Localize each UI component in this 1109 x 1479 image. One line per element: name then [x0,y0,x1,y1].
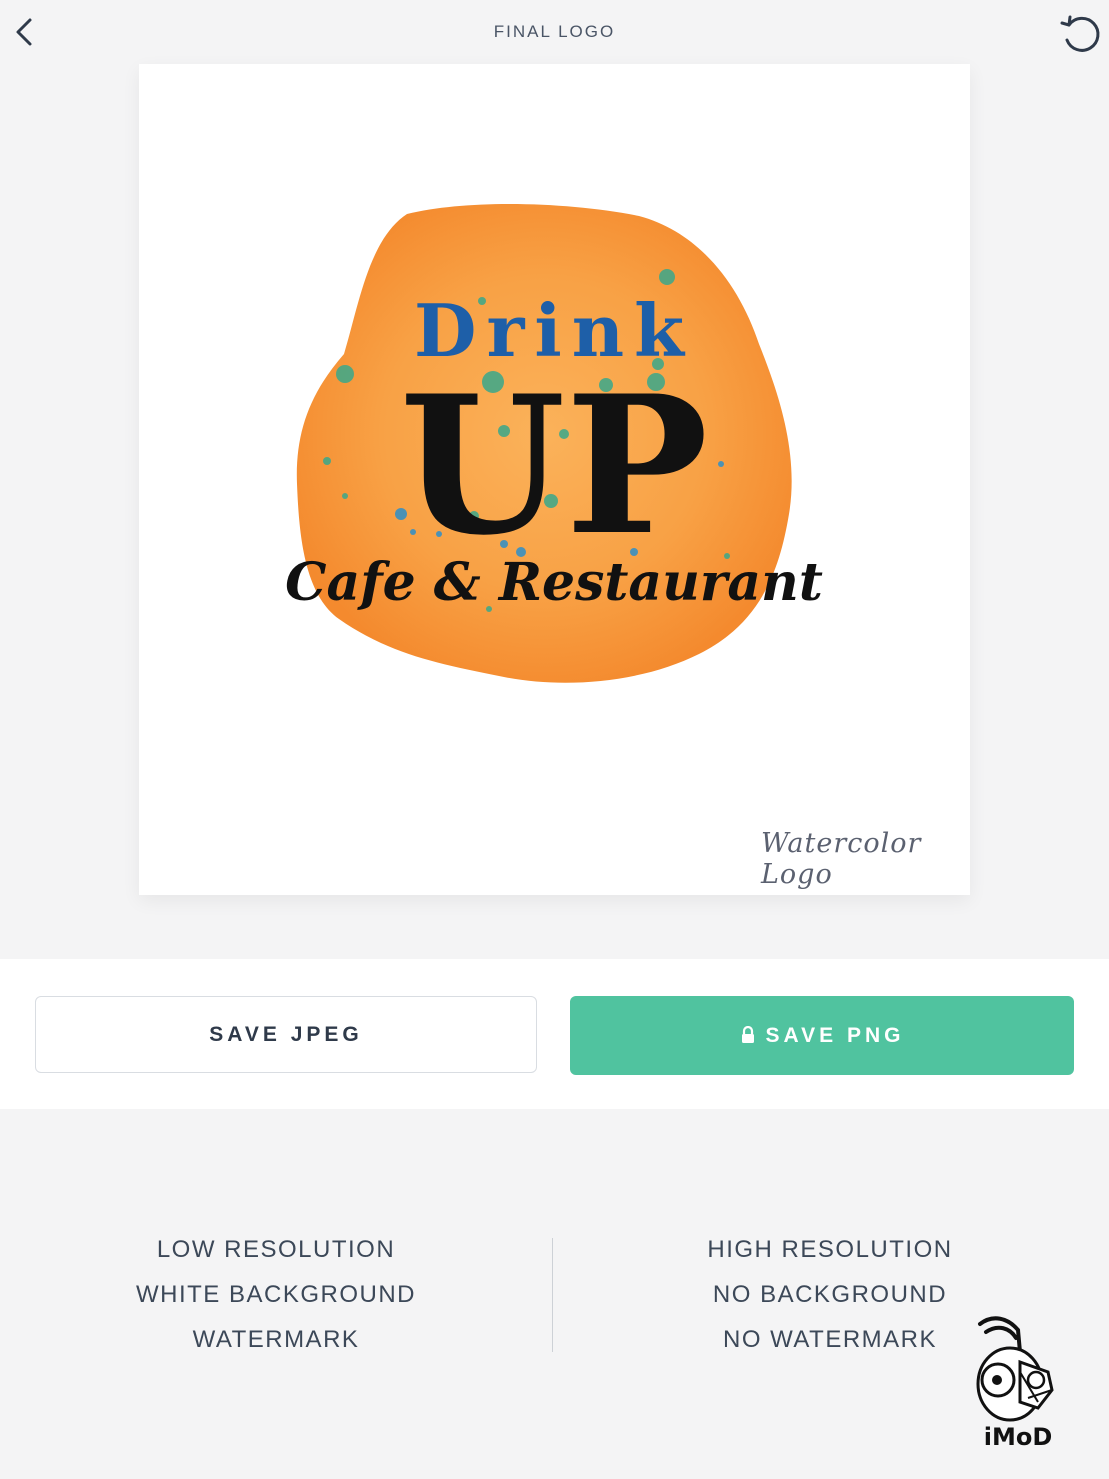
logo-line-up: UP [400,354,709,577]
lock-icon [741,1025,754,1043]
save-png-button[interactable]: SAVE PNG [570,996,1074,1075]
logo-artwork: Drink UP Cafe & Restaurant [285,204,823,683]
save-jpeg-label: SAVE JPEG [209,1022,363,1046]
reset-button[interactable] [1057,10,1103,54]
png-feature-item: HIGH RESOLUTION [707,1236,953,1263]
imod-mascot-logo: iMoD [968,1310,1068,1455]
imod-logo-text: iMoD [984,1423,1053,1451]
logo-line-cafe-restaurant: Cafe & Restaurant [285,552,823,613]
format-comparison: LOW RESOLUTION WHITE BACKGROUND WATERMAR… [0,1230,1109,1370]
undo-icon [1060,15,1100,52]
jpeg-features: LOW RESOLUTION WHITE BACKGROUND WATERMAR… [76,1230,476,1365]
logo-preview-canvas: Drink UP Cafe & Restaurant Watercolor Lo… [139,64,970,895]
save-action-bar: SAVE JPEG SAVE PNG [0,959,1109,1109]
watermark-text: Watercolor Logo [761,828,922,890]
jpeg-feature-item: WHITE BACKGROUND [135,1281,416,1308]
page-title: FINAL LOGO [493,22,616,41]
divider [552,1238,553,1352]
save-jpeg-button[interactable]: SAVE JPEG [35,996,537,1073]
save-png-label: SAVE PNG [765,1023,905,1047]
jpeg-feature-item: WATERMARK [192,1326,360,1353]
top-bar: FINAL LOGO [0,0,1109,64]
jpeg-feature-item: LOW RESOLUTION [156,1236,396,1263]
